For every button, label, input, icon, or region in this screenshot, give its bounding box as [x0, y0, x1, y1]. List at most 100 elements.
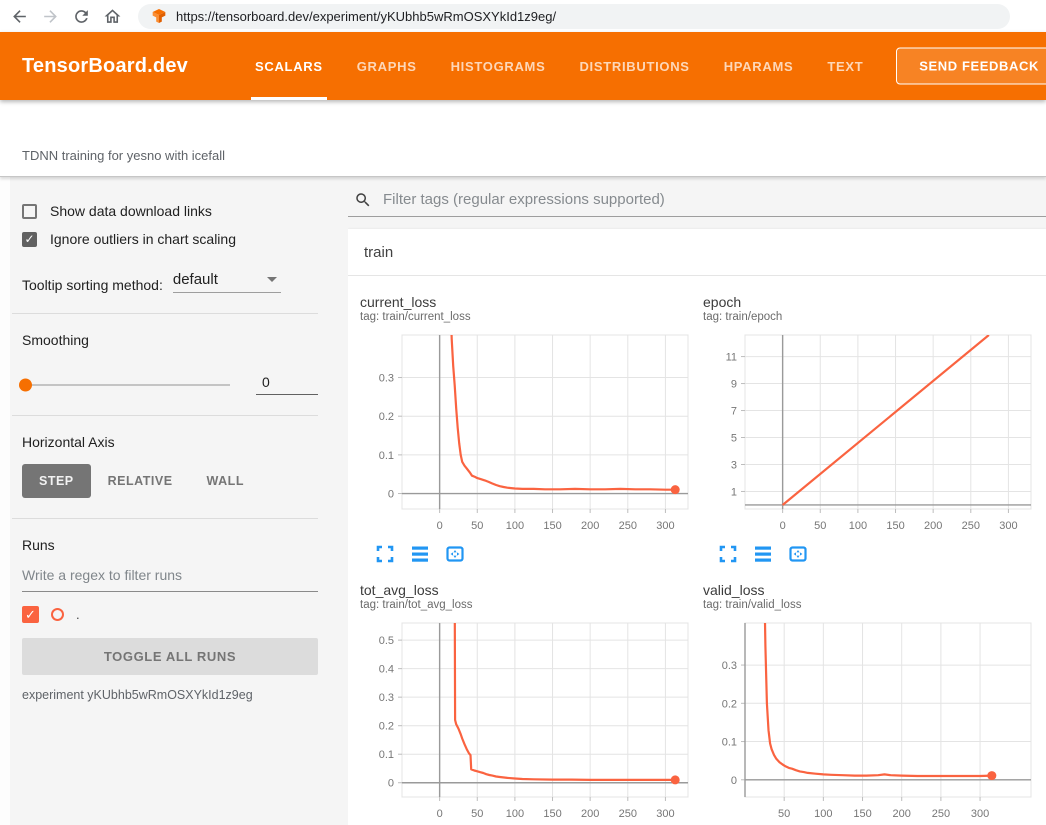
- url-bar[interactable]: https://tensorboard.dev/experiment/yKUbh…: [138, 4, 1010, 29]
- svg-text:150: 150: [853, 808, 871, 820]
- browser-chrome: https://tensorboard.dev/experiment/yKUbh…: [0, 0, 1046, 32]
- svg-text:0: 0: [437, 808, 443, 820]
- send-feedback-button[interactable]: SEND FEEDBACK: [896, 48, 1046, 85]
- back-icon[interactable]: [10, 7, 29, 26]
- train-section-card: train current_losstag: train/current_los…: [348, 229, 1046, 825]
- chart-plot-area[interactable]: 05010015020025030000.10.20.3: [360, 329, 694, 535]
- axis-button-relative[interactable]: RELATIVE: [91, 464, 190, 498]
- expand-chart-icon[interactable]: [718, 544, 738, 564]
- svg-text:0.1: 0.1: [722, 737, 737, 749]
- charts-grid: current_losstag: train/current_loss05010…: [348, 276, 1046, 825]
- axis-button-step[interactable]: STEP: [22, 464, 91, 498]
- chart-title: tot_avg_loss: [360, 582, 703, 599]
- divider: [12, 518, 318, 519]
- svg-text:5: 5: [731, 433, 737, 445]
- home-icon[interactable]: [103, 7, 122, 26]
- toggle-log-scale-icon[interactable]: [753, 544, 773, 564]
- toggle-all-runs-button[interactable]: TOGGLE ALL RUNS: [22, 638, 318, 675]
- smoothing-slider-thumb[interactable]: [19, 378, 32, 391]
- svg-text:150: 150: [543, 808, 561, 820]
- axis-button-wall[interactable]: WALL: [190, 464, 261, 498]
- smoothing-slider[interactable]: [22, 384, 230, 386]
- horizontal-axis-buttons: STEPRELATIVEWALL: [22, 464, 318, 498]
- svg-text:200: 200: [924, 520, 942, 532]
- tooltip-sorting-dropdown[interactable]: default: [173, 271, 281, 293]
- ignore-outliers-label: Ignore outliers in chart scaling: [50, 231, 236, 247]
- svg-text:300: 300: [656, 520, 674, 532]
- runs-filter-input[interactable]: [22, 557, 318, 592]
- fit-domain-to-data-icon[interactable]: [788, 544, 808, 564]
- forward-icon[interactable]: [41, 7, 60, 26]
- reload-icon[interactable]: [72, 7, 91, 26]
- svg-text:0.4: 0.4: [379, 664, 394, 676]
- run-row[interactable]: ✓ .: [22, 606, 318, 623]
- train-section-title: train: [364, 244, 393, 261]
- divider: [12, 313, 318, 314]
- experiment-title: TDNN training for yesno with icefall: [22, 148, 225, 163]
- run-color-icon: [51, 608, 64, 621]
- tab-text[interactable]: TEXT: [810, 32, 880, 100]
- svg-text:50: 50: [471, 520, 483, 532]
- fit-domain-to-data-icon[interactable]: [445, 544, 465, 564]
- tab-graphs[interactable]: GRAPHS: [340, 32, 434, 100]
- chart-plot-area[interactable]: 05010015020025030000.10.20.30.40.5: [360, 617, 694, 823]
- svg-text:150: 150: [543, 520, 561, 532]
- svg-text:1: 1: [731, 486, 737, 498]
- svg-text:0: 0: [437, 520, 443, 532]
- svg-text:300: 300: [999, 520, 1017, 532]
- show-download-links-checkbox[interactable]: [22, 204, 37, 219]
- tag-filter-input[interactable]: [381, 190, 1046, 209]
- divider: [12, 415, 318, 416]
- url-text: https://tensorboard.dev/experiment/yKUbh…: [176, 9, 556, 24]
- svg-text:200: 200: [581, 808, 599, 820]
- app-logo: TensorBoard.dev: [22, 55, 188, 78]
- app-header: TensorBoard.dev SCALARSGRAPHSHISTOGRAMSD…: [0, 32, 1046, 100]
- tab-hparams[interactable]: HPARAMS: [707, 32, 811, 100]
- svg-text:0.3: 0.3: [722, 660, 737, 672]
- experiment-id-label: experiment yKUbhb5wRmOSXYkId1z9eg: [22, 688, 318, 702]
- toggle-log-scale-icon[interactable]: [410, 544, 430, 564]
- svg-text:0.2: 0.2: [722, 698, 737, 710]
- svg-text:200: 200: [893, 808, 911, 820]
- svg-text:0: 0: [780, 520, 786, 532]
- chevron-down-icon: [267, 277, 277, 282]
- svg-text:11: 11: [726, 352, 737, 364]
- svg-text:300: 300: [971, 808, 989, 820]
- svg-text:3: 3: [731, 459, 737, 471]
- tab-histograms[interactable]: HISTOGRAMS: [434, 32, 563, 100]
- smoothing-value[interactable]: 0: [256, 374, 318, 395]
- ignore-outliers-row[interactable]: ✓ Ignore outliers in chart scaling: [22, 231, 318, 247]
- chart-title: current_loss: [360, 294, 703, 311]
- svg-text:100: 100: [849, 520, 867, 532]
- svg-text:0.5: 0.5: [379, 635, 394, 647]
- tab-scalars[interactable]: SCALARS: [238, 32, 340, 100]
- expand-chart-icon[interactable]: [375, 544, 395, 564]
- search-icon: [354, 191, 372, 209]
- chart-tag: tag: train/tot_avg_loss: [360, 599, 703, 611]
- scalar-chart-current_loss: current_losstag: train/current_loss05010…: [360, 294, 703, 564]
- run-checkbox[interactable]: ✓: [22, 606, 39, 623]
- tooltip-sorting-label: Tooltip sorting method:: [22, 277, 163, 293]
- svg-text:250: 250: [619, 808, 637, 820]
- tag-filter-row: [348, 183, 1046, 217]
- chart-actions: [375, 544, 703, 564]
- svg-text:300: 300: [656, 808, 674, 820]
- run-name: .: [76, 607, 80, 622]
- tab-distributions[interactable]: DISTRIBUTIONS: [562, 32, 706, 100]
- chart-title: epoch: [703, 294, 1046, 311]
- ignore-outliers-checkbox[interactable]: ✓: [22, 232, 37, 247]
- train-section-header[interactable]: train: [348, 229, 1046, 276]
- svg-text:50: 50: [814, 520, 826, 532]
- show-download-links-row[interactable]: Show data download links: [22, 203, 318, 219]
- svg-text:0.1: 0.1: [379, 450, 394, 462]
- chart-plot-area[interactable]: 0501001502002503001357911: [703, 329, 1037, 535]
- svg-text:0.2: 0.2: [379, 721, 394, 733]
- tooltip-sorting-row: Tooltip sorting method: default: [22, 271, 318, 293]
- svg-text:0: 0: [731, 775, 737, 787]
- svg-text:0: 0: [388, 489, 394, 501]
- chart-title: valid_loss: [703, 582, 1046, 599]
- dashboard-main: train current_losstag: train/current_los…: [348, 177, 1046, 825]
- svg-text:0.2: 0.2: [379, 411, 394, 423]
- svg-text:50: 50: [778, 808, 790, 820]
- chart-plot-area[interactable]: 5010015020025030000.10.20.3: [703, 617, 1037, 823]
